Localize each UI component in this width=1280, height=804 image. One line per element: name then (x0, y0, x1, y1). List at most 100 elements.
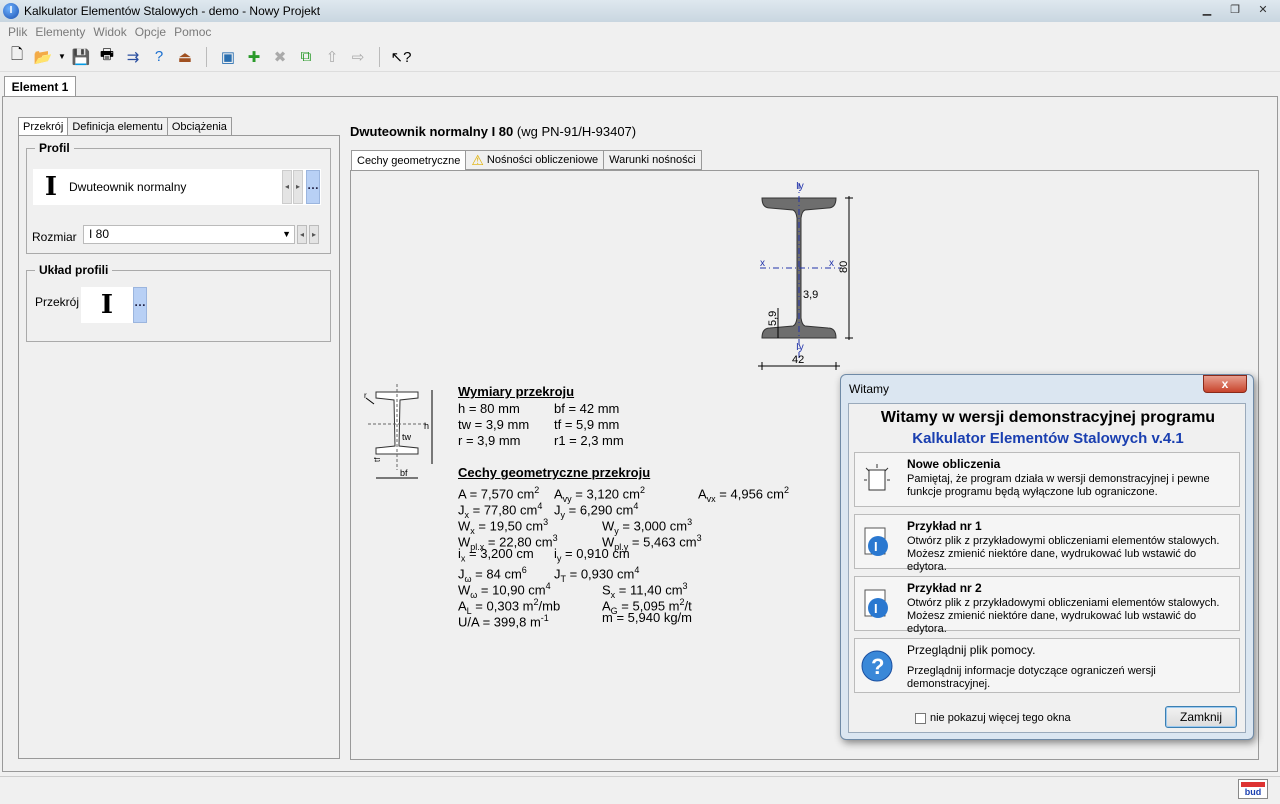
context-help-icon[interactable]: ↖? (390, 46, 412, 68)
menu-pomoc[interactable]: Pomoc (174, 25, 211, 39)
profile-prev-button[interactable]: ◂ (282, 170, 292, 204)
tab-element-1[interactable]: Element 1 (4, 76, 76, 97)
dims-header: Wymiary przekroju (458, 384, 575, 399)
svg-text:?: ? (871, 654, 884, 679)
maximize-icon[interactable]: ❐ (1222, 1, 1248, 19)
menu-plik[interactable]: Plik (8, 25, 27, 39)
tab-obciazenia[interactable]: Obciążenia (166, 117, 232, 136)
geom-header: Cechy geometryczne przekroju (458, 465, 651, 480)
profil-group-title: Profil (35, 141, 74, 155)
open-dropdown-icon[interactable]: ▼ (58, 46, 66, 68)
drawing-iy-bottom: Iy (796, 342, 804, 353)
svg-text:I: I (874, 539, 878, 554)
uklad-selector[interactable]: I (81, 287, 133, 323)
menu-opcje[interactable]: Opcje (135, 25, 166, 39)
tab-definicja[interactable]: Definicja elementu (67, 117, 168, 136)
menu-widok[interactable]: Widok (93, 25, 126, 39)
dim-h: h = 80 mm (458, 401, 520, 416)
drawing-h-label: 80 (838, 261, 850, 273)
tab-nosnosci[interactable]: ⚠ Nośności obliczeniowe (465, 150, 605, 170)
close-dialog-button[interactable]: Zamknij (1165, 706, 1237, 728)
size-combo[interactable]: I 80 ▼ (83, 225, 295, 244)
new-document-icon (861, 463, 893, 497)
section-norm: (wg PN-91/H-93407) (516, 124, 637, 139)
delete-element-icon[interactable]: ✖ (269, 46, 291, 68)
sketch-tf: tf (373, 457, 382, 462)
sketch-tw: tw (402, 432, 412, 442)
dim-tf: tf = 5,9 mm (554, 417, 620, 432)
dim-tw: tw = 3,9 mm (458, 417, 530, 432)
dim-r1: r1 = 2,3 mm (554, 433, 624, 448)
drawing-x-right: x (829, 258, 834, 269)
close-window-icon[interactable]: ✕ (1250, 1, 1276, 19)
minimize-icon[interactable]: ▁ (1194, 1, 1220, 19)
exit-icon[interactable]: ⏏ (174, 46, 196, 68)
menu-elementy[interactable]: Elementy (35, 25, 85, 39)
app-icon[interactable]: I (3, 3, 19, 19)
windows-icon[interactable]: ▣ (217, 46, 239, 68)
example-2-option[interactable]: I Przykład nr 2 Otwórz plik z przykładow… (854, 576, 1240, 635)
dialog-heading: Witamy w wersji demonstracyjnej programu (880, 409, 1216, 426)
prop-m: m = 5,940 kg/m (602, 610, 692, 625)
dimension-sketch: h tw bf tf r (364, 384, 433, 479)
print-icon[interactable]: 🖶 (96, 46, 118, 68)
help-icon: ? (861, 649, 893, 683)
move-down-icon[interactable]: ⇨ (347, 46, 369, 68)
tab-przekroj[interactable]: Przekrój (18, 117, 69, 137)
warning-icon: ⚠ (471, 151, 484, 168)
dialog-subheading: Kalkulator Elementów Stalowych v.4.1 (912, 430, 1184, 447)
right-tabs: Cechy geometryczne ⚠ Nośności obliczenio… (351, 150, 702, 172)
profile-more-button[interactable]: … (306, 170, 320, 204)
menu-bar: Plik Elementy Widok Opcje Pomoc (0, 22, 1280, 41)
copy-element-icon[interactable]: ⧉ (295, 46, 317, 68)
left-tabs: Przekrój Definicja elementu Obciążenia (18, 117, 232, 137)
drawing-x-left: x (760, 258, 765, 269)
help-icon[interactable]: ? (148, 46, 170, 68)
help-file-option[interactable]: ? Przeglądnij plik pomocy. Przeglądnij i… (854, 638, 1240, 693)
drawing-b-label: 42 (792, 354, 804, 366)
i-beam-icon: I (44, 172, 58, 202)
checkbox-label: nie pokazuj więcej tego okna (930, 712, 1071, 724)
add-element-icon[interactable]: ✚ (243, 46, 265, 68)
uklad-przekroj-label: Przekrój (35, 295, 80, 309)
status-bar: bud (0, 776, 1280, 800)
save-icon[interactable]: 💾 (70, 46, 92, 68)
uklad-more-button[interactable]: … (133, 287, 147, 323)
section-name: Dwuteownik normalny I 80 (350, 124, 514, 139)
new-file-icon[interactable]: 🗋 (6, 46, 28, 68)
new-calculation-option[interactable]: Nowe obliczenia Pamiętaj, że program dzi… (854, 452, 1240, 507)
profile-selector[interactable]: I Dwuteownik normalny (33, 169, 321, 205)
svg-text:I: I (874, 601, 878, 616)
option-desc: Pamiętaj, że program działa w wersji dem… (907, 473, 1210, 498)
drawing-tw-label: 3,9 (803, 289, 818, 301)
option-title: Przeglądnij plik pomocy. (907, 643, 1036, 657)
tab-nosnosci-label: Nośności obliczeniowe (486, 153, 599, 166)
sketch-bf: bf (400, 468, 408, 478)
export-icon[interactable]: ⇉ (122, 46, 144, 68)
move-up-icon[interactable]: ⇧ (321, 46, 343, 68)
profile-next-button[interactable]: ▸ (293, 170, 303, 204)
dialog-close-button[interactable]: x (1203, 375, 1247, 393)
tab-warunki[interactable]: Warunki nośności (603, 150, 702, 170)
option-desc: Otwórz plik z przykładowymi obliczeniami… (907, 535, 1220, 573)
i-beam-icon: I (100, 290, 114, 320)
prop-UA: U/A = 399,8 m-1 (458, 613, 549, 630)
uklad-group-title: Układ profili (35, 263, 113, 277)
checkbox-box[interactable] (915, 712, 926, 724)
tab-cechy-geometryczne[interactable]: Cechy geometryczne (351, 150, 467, 172)
chevron-down-icon: ▼ (282, 229, 291, 239)
section-properties: Wymiary przekroju h = 80 mm bf = 42 mm tw… (458, 384, 789, 629)
example-1-option[interactable]: I Przykład nr 1 Otwórz plik z przykładow… (854, 514, 1240, 573)
size-next-button[interactable]: ▸ (309, 225, 319, 244)
dont-show-checkbox[interactable]: nie pokazuj więcej tego okna (915, 712, 1071, 724)
drawing-iy-top: Iy (796, 181, 804, 192)
sketch-h: h (424, 421, 429, 431)
size-label: Rozmiar (32, 230, 77, 244)
option-desc: Otwórz plik z przykładowymi obliczeniami… (907, 597, 1220, 635)
option-title: Przykład nr 1 (907, 519, 982, 533)
option-title: Nowe obliczenia (907, 457, 1001, 471)
example-file-icon: I (861, 587, 893, 621)
uklad-group: Układ profili Przekrój I … (26, 263, 331, 342)
size-prev-button[interactable]: ◂ (297, 225, 307, 244)
open-folder-icon[interactable]: 📂 (32, 46, 54, 68)
